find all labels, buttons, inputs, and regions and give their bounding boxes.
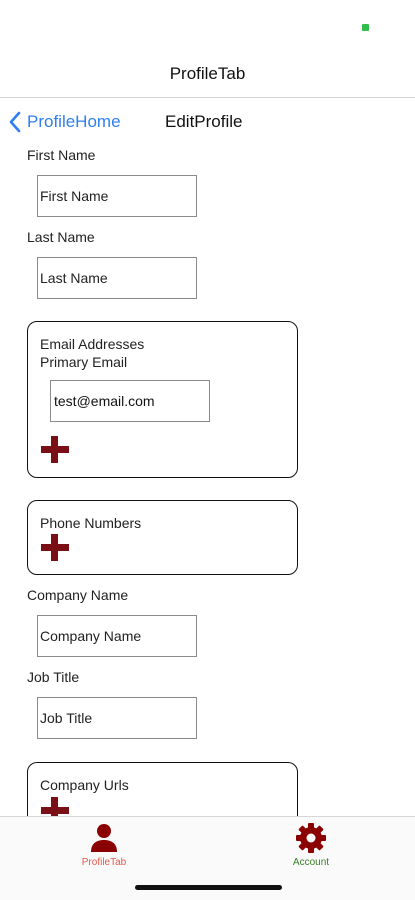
plus-icon: [41, 436, 69, 463]
chevron-left-icon: [9, 111, 21, 133]
tab-account[interactable]: Account: [266, 823, 356, 879]
gear-icon: [296, 823, 326, 853]
phone-group-title: Phone Numbers: [40, 515, 142, 531]
email-group-title: Email Addresses: [40, 336, 145, 352]
company-name-label: Company Name: [27, 587, 129, 603]
screen: ProfileTab ProfileHome EditProfile First…: [0, 0, 415, 900]
screen-title: EditProfile: [165, 112, 243, 131]
job-title-input[interactable]: [37, 697, 197, 739]
person-icon: [91, 824, 117, 852]
tab-account-label: Account: [292, 857, 330, 868]
first-name-label: First Name: [27, 147, 96, 163]
email-addresses-group: Email Addresses Primary Email: [27, 321, 298, 478]
tab-profile[interactable]: ProfileTab: [59, 823, 149, 879]
nav-bar: ProfileHome EditProfile: [0, 100, 415, 142]
tab-header-title: ProfileTab: [169, 64, 246, 83]
tab-profile-label: ProfileTab: [81, 857, 127, 868]
company-urls-group-title: Company Urls: [40, 777, 129, 793]
job-title-label: Job Title: [27, 669, 80, 685]
status-indicator: [362, 24, 369, 31]
add-phone-button[interactable]: [40, 533, 70, 563]
plus-icon: [41, 534, 69, 561]
back-button-label: ProfileHome: [27, 112, 121, 131]
primary-email-input[interactable]: [50, 380, 210, 422]
first-name-input[interactable]: [37, 175, 197, 217]
last-name-input[interactable]: [37, 257, 197, 299]
home-indicator: [135, 885, 282, 890]
company-name-input[interactable]: [37, 615, 197, 657]
phone-numbers-group: Phone Numbers: [27, 500, 298, 575]
last-name-label: Last Name: [27, 229, 95, 245]
tab-header: ProfileTab: [0, 60, 415, 98]
back-button[interactable]: ProfileHome: [8, 108, 121, 136]
primary-email-label: Primary Email: [40, 354, 128, 370]
add-email-button[interactable]: [40, 435, 70, 465]
